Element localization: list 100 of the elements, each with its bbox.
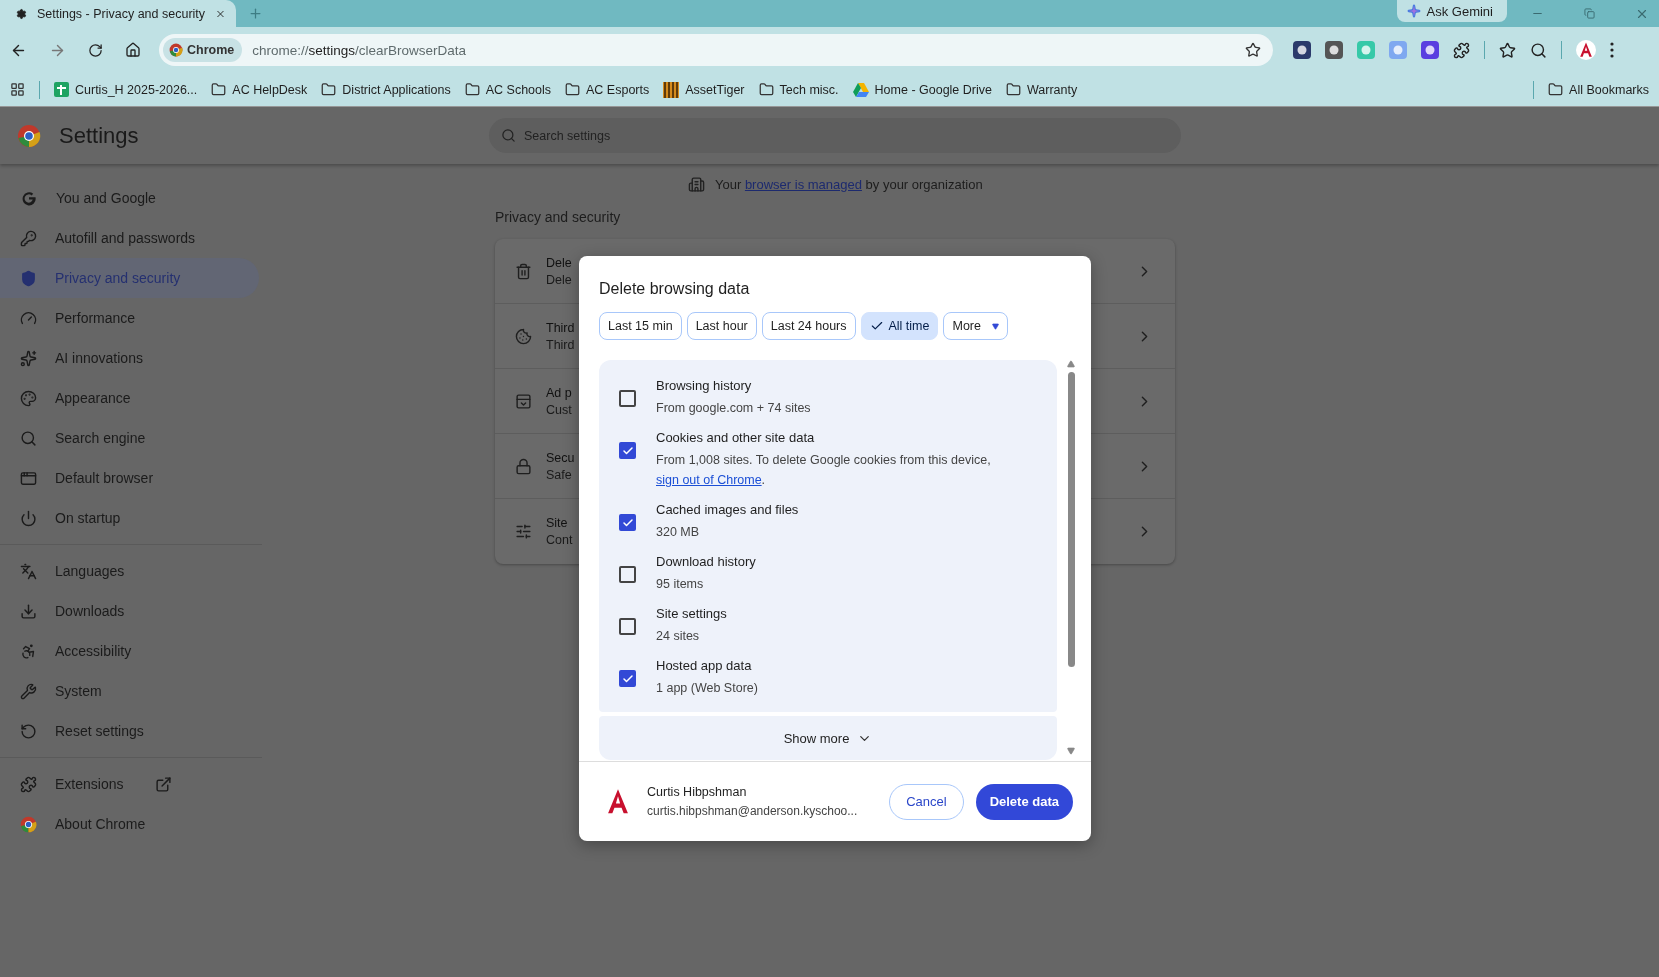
delete-data-button[interactable]: Delete data [975,783,1073,820]
sign-out-link[interactable]: sign out of Chrome [656,473,762,487]
site-chip[interactable]: Chrome [163,38,243,62]
reload-icon[interactable] [88,42,103,58]
accessibility-icon [20,642,37,660]
extension-icon[interactable] [1293,41,1311,59]
bookmark-star-icon[interactable] [1245,42,1261,58]
card-subtitle: Cust [546,402,572,417]
wrench-icon [20,682,37,700]
scrollbar[interactable] [1065,360,1077,755]
power-icon [20,509,37,527]
option-detail: 95 items [656,576,705,593]
building-icon [688,176,705,193]
folder-icon [464,82,480,97]
bookmark-link[interactable]: AC HelpDesk [211,82,308,97]
ask-gemini-button[interactable]: Ask Gemini [1396,0,1507,22]
window-icon [20,469,37,487]
card-title: Third [546,320,575,335]
address-bar[interactable]: Chrome chrome://settings/clearBrowserData [159,34,1273,66]
puzzle-icon[interactable] [1453,41,1470,59]
tiger-stripes-icon [663,81,680,98]
option-label: Hosted app data [656,658,753,673]
checkbox[interactable] [619,670,636,687]
bookmark-link[interactable]: Curtis_H 2025-2026... [54,82,198,97]
managed-notice: Your browser is managed by your organization [715,177,983,192]
checkbox[interactable] [619,442,636,459]
show-more-button[interactable]: Show more [599,716,1057,760]
card-title: Dele [546,255,572,270]
lock-icon [515,457,532,475]
option-detail: From 1,008 sites. To delete Google cookies from this device, sign out of Chrome. [656,452,992,489]
drive-icon [852,82,869,97]
all-bookmarks-link[interactable]: All Bookmarks [1548,82,1649,97]
time-range-chip[interactable]: More [943,312,1008,340]
folder-icon [211,82,227,97]
home-icon[interactable] [125,42,141,58]
search-icon [20,429,37,447]
option-label: Site settings [656,606,727,621]
tab-title: Settings - Privacy and security [36,6,206,21]
checkbox[interactable] [619,390,636,407]
search-icon [501,128,516,143]
sparkle-icon [1406,4,1421,18]
option-label: Browsing history [656,378,753,393]
palette-icon [20,389,37,407]
checkbox[interactable] [619,566,636,583]
option-detail: 320 MB [656,524,701,541]
chrome-logo-icon [17,123,41,148]
extension-icon[interactable] [1421,41,1439,59]
bookmark-link[interactable]: AC Esports [565,82,650,97]
extension-icon[interactable] [1325,41,1343,59]
card-subtitle: Third [546,337,575,352]
star-list-icon[interactable] [1499,41,1516,59]
card-subtitle: Safe [546,467,572,482]
browser-tab[interactable]: Settings - Privacy and security [0,0,236,27]
gauge-icon [20,309,37,327]
checkbox[interactable] [619,618,636,635]
option-detail: From google.com + 74 sites [656,400,811,417]
settings-title: Settings [59,122,139,149]
time-range-chip[interactable]: Last 24 hours [761,312,856,340]
key-icon [20,229,37,247]
time-range-chip[interactable]: Last hour [686,312,757,340]
account-email: curtis.hibpshman@anderson.kyschoo... [647,804,859,818]
option-label: Cached images and files [656,502,799,517]
settings-icon [16,6,27,21]
bookmark-link[interactable]: District Applications [321,82,451,97]
bookmark-link[interactable]: Warranty [1005,82,1078,97]
bookmark-link[interactable]: AssetTiger [663,81,745,98]
dropdown-caret-icon [991,322,999,330]
check-icon [621,672,634,685]
trash-icon [515,262,532,280]
sparkles-icon [20,349,37,367]
shield-icon [20,269,37,287]
bookmark-link[interactable]: Home - Google Drive [852,82,992,97]
menu-icon[interactable] [1610,42,1614,58]
google-g-icon [20,189,38,207]
apps-icon[interactable] [10,82,25,97]
scroll-up-icon[interactable] [1067,360,1075,368]
cancel-button[interactable]: Cancel [889,783,964,820]
download-icon [20,602,37,620]
folder-icon [758,82,774,97]
bookmark-link[interactable]: AC Schools [464,82,551,97]
time-range-chip[interactable]: All time [860,312,939,340]
external-link-icon [155,775,173,793]
scroll-down-icon[interactable] [1067,747,1075,755]
chrome-logo-icon [20,815,37,833]
option-label: Download history [656,554,756,569]
folder-icon [1548,82,1564,97]
card-title: Site [546,516,568,530]
time-range-chip[interactable]: Last 15 min [599,312,682,340]
folder-icon [1005,82,1021,97]
folder-icon [321,82,337,97]
checkbox[interactable] [619,514,636,531]
bookmark-link[interactable]: Tech misc. [758,82,839,97]
card-subtitle: Cont [546,533,573,547]
search-tabs-icon[interactable] [1530,41,1547,59]
cookie-icon [515,327,532,345]
card-title: Ad p [546,385,572,400]
option-detail: 1 app (Web Store) [656,680,758,697]
check-icon [621,516,634,529]
card-subtitle: Dele [546,272,572,287]
translate-icon [20,562,37,580]
